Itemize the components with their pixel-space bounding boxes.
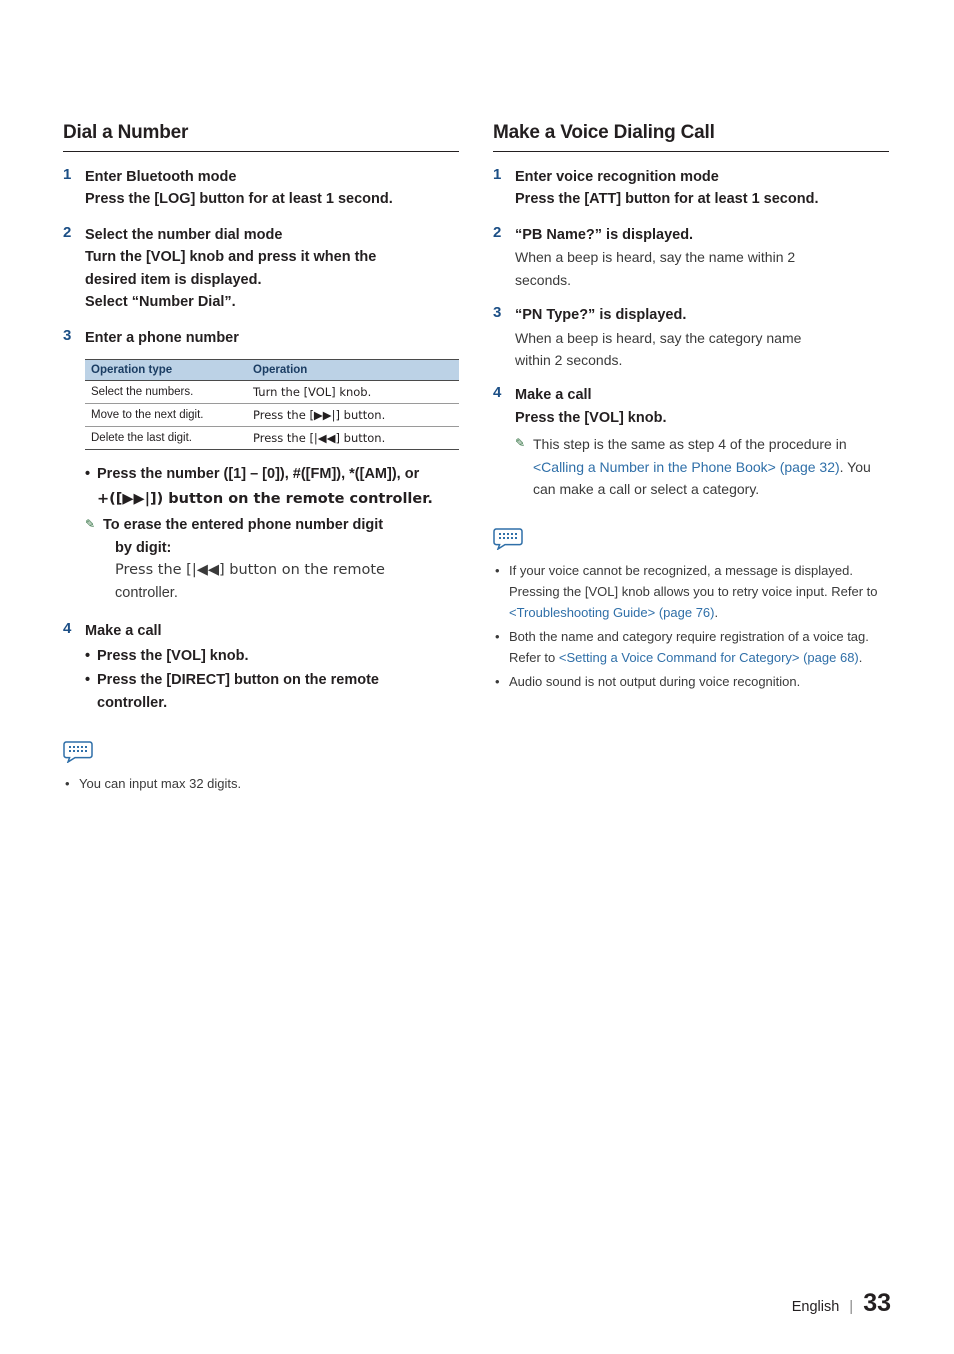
step-heading: Select the number dial mode [85, 226, 283, 243]
step-body-line1: When a beep is heard, say the category n… [515, 329, 802, 346]
step-heading: “PN Type?” is displayed. [515, 307, 687, 324]
step-number: 3 [493, 304, 502, 322]
step-4-make-a-call: 4 Make a call Press the [VOL] knob. Pres… [63, 620, 459, 714]
table-row: Delete the last digit. Press the [|◀◀] b… [85, 426, 459, 451]
step4-bullet-2-cont: controller. [97, 694, 168, 711]
step-heading: Enter Bluetooth mode [85, 169, 237, 185]
list-item: Audio sound is not output during voice r… [493, 671, 889, 692]
step-number: 1 [63, 166, 72, 183]
step-number: 4 [493, 384, 502, 402]
page-number: 33 [863, 1289, 891, 1317]
step4-cross-reference-note: ✎ This step is the same as step 4 of the… [515, 433, 889, 500]
table-cell-operation: Turn the [VOL] knob. [247, 380, 459, 405]
memo-text: You can input max 32 digits. [79, 775, 242, 791]
step-number: 2 [493, 223, 502, 241]
table-cell-operation: Press the [|◀◀] button. [247, 426, 459, 451]
step4-bullet-1: Press the [VOL] knob. [97, 647, 249, 664]
memo-icon [63, 741, 93, 764]
step-heading: Make a call [85, 623, 162, 640]
step-body-line2: within 2 seconds. [515, 352, 623, 369]
erase-note-line1: To erase the entered phone number digit [103, 517, 384, 534]
step4-bullets: Press the [VOL] knob. Press the [DIRECT]… [85, 645, 459, 714]
right-section-title: Make a Voice Dialing Call [493, 122, 715, 143]
list-item: If your voice cannot be recognized, a me… [493, 560, 889, 623]
cross-reference-link[interactable]: <Calling a Number in the Phone Book> (pa… [533, 459, 816, 475]
table-cell-operation-type: Select the numbers. [85, 380, 247, 405]
step-3-enter-phone-number: 3 Enter a phone number Operation type Op… [63, 327, 459, 604]
step-1-enter-voice-recognition-mode: 1 Enter voice recognition mode Press the… [493, 166, 889, 211]
pencil-icon: ✎ [515, 436, 526, 451]
memo-link[interactable]: <Setting a Voice Command for Category> (… [559, 650, 859, 665]
list-item: Press the [DIRECT] button on the remote … [85, 669, 459, 714]
table-row: Select the numbers. Turn the [VOL] knob. [85, 380, 459, 405]
footer-separator: | [849, 1298, 854, 1315]
table-header-operation: Operation [247, 359, 459, 382]
note-line2-prefix: in [835, 436, 847, 453]
left-title-rule [63, 151, 459, 152]
note-line1: This step is the same as step 4 of the p… [533, 436, 832, 453]
footer-language: English [791, 1299, 840, 1315]
step-number: 3 [63, 326, 72, 344]
operation-table: Operation type Operation Select the numb… [85, 359, 459, 451]
table-cell-operation-type: Delete the last digit. [85, 426, 247, 451]
step-subtext-line2: desired item is displayed. [85, 271, 262, 288]
bullet-line2: +([▶▶|]) button on the remote controller… [97, 490, 433, 507]
table-cell-operation-type: Move to the next digit. [85, 403, 247, 428]
table-header-row: Operation type Operation [85, 359, 459, 382]
step-body-line1: When a beep is heard, say the name withi… [515, 249, 796, 266]
table-header-operation-type: Operation type [85, 359, 247, 382]
step-subtext: Press the [ATT] button for at least 1 se… [515, 191, 819, 208]
memo-text-suffix: . [714, 604, 719, 620]
remote-controller-bullets: Press the number ([1] – [0]), #([FM]), *… [85, 463, 459, 486]
pencil-icon: ✎ [85, 517, 96, 532]
step-number: 2 [63, 223, 72, 241]
cross-reference-link-page[interactable]: 32) [819, 459, 839, 475]
left-column: Dial a Number 1 Enter Bluetooth mode Pre… [63, 122, 459, 797]
step4-bullet-2: Press the [DIRECT] button on the remote [97, 672, 379, 689]
left-memo-list: You can input max 32 digits. [63, 773, 459, 794]
step-heading: Make a call [515, 387, 592, 404]
step-subtext-line1: Turn the [VOL] knob and press it when th… [85, 249, 377, 266]
step-body-line2: seconds. [515, 271, 572, 288]
memo-text: If your voice cannot be recognized, a me… [509, 562, 878, 599]
step-subtext: Press the [LOG] button for at least 1 se… [85, 191, 393, 208]
step-number: 4 [63, 620, 72, 638]
step-heading: “PB Name?” is displayed. [515, 226, 694, 243]
erase-note-line2: by digit: [115, 539, 172, 556]
step-2-pb-name-displayed: 2 “PB Name?” is displayed. When a beep i… [493, 224, 889, 291]
step-heading: Enter a phone number [85, 329, 239, 346]
left-section-title: Dial a Number [63, 122, 189, 143]
erase-note-line4: controller. [115, 584, 178, 601]
page-footer: English | 33 [792, 1289, 891, 1318]
right-column: Make a Voice Dialing Call 1 Enter voice … [493, 122, 889, 695]
memo-text: Audio sound is not output during voice r… [509, 673, 801, 689]
erase-note-line3: Press the [|◀◀] button on the remote [115, 562, 385, 579]
table-cell-operation: Press the [▶▶|] button. [247, 403, 459, 428]
list-item: You can input max 32 digits. [63, 773, 459, 794]
right-title-rule [493, 151, 889, 152]
list-item: Press the [VOL] knob. [85, 645, 459, 668]
memo-text-suffix: . [858, 649, 863, 665]
step-subtext-line3: Select “Number Dial”. [85, 294, 236, 311]
step-2-select-number-dial-mode: 2 Select the number dial mode Turn the [… [63, 224, 459, 314]
bullet-line1: Press the number ([1] – [0]), #([FM]), *… [97, 466, 420, 483]
table-row: Move to the next digit. Press the [▶▶|] … [85, 403, 459, 428]
list-item: Both the name and category require regis… [493, 626, 889, 668]
erase-digit-note: ✎ To erase the entered phone number digi… [85, 514, 459, 604]
memo-icon [493, 527, 523, 551]
step-heading: Enter voice recognition mode [515, 169, 719, 185]
list-item: Press the number ([1] – [0]), #([FM]), *… [85, 463, 459, 486]
step-4-make-a-call: 4 Make a call Press the [VOL] knob. ✎ Th… [493, 384, 889, 500]
step-3-pn-type-displayed: 3 “PN Type?” is displayed. When a beep i… [493, 304, 889, 371]
memo-link[interactable]: <Troubleshooting Guide> (page 76) [509, 605, 715, 620]
step-subtext: Press the [VOL] knob. [515, 409, 667, 426]
right-memo-list: If your voice cannot be recognized, a me… [493, 560, 889, 692]
manual-page: Dial a Number 1 Enter Bluetooth mode Pre… [0, 0, 954, 1354]
step-number: 1 [493, 166, 502, 183]
step-1-enter-bluetooth-mode: 1 Enter Bluetooth mode Press the [LOG] b… [63, 166, 459, 211]
